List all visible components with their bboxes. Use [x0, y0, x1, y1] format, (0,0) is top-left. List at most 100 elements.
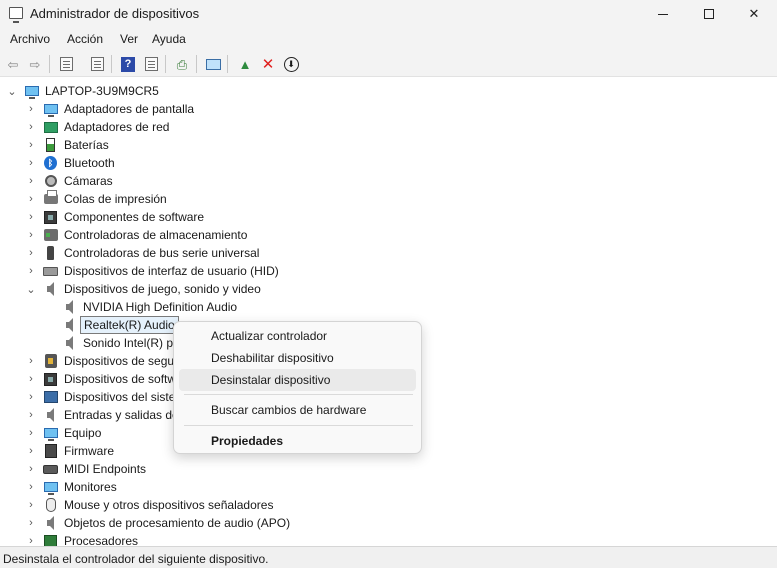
menu-item-label: Buscar cambios de hardware: [211, 403, 367, 417]
tree-item-monitores[interactable]: › Monitores: [0, 478, 777, 496]
tree-item-camaras[interactable]: › Cámaras: [0, 172, 777, 190]
camera-icon: [43, 174, 58, 188]
chevron-right-icon[interactable]: ›: [25, 191, 37, 207]
tree-item-bluetooth[interactable]: › ᛒ Bluetooth: [0, 154, 777, 172]
device-tree: ⌄ LAPTOP-3U9M9CR5 › Adaptadores de panta…: [0, 82, 777, 546]
tree-item-label: NVIDIA High Definition Audio: [83, 300, 238, 314]
menu-bar: Archivo Acción Ver Ayuda: [0, 28, 777, 51]
details-button[interactable]: [141, 54, 161, 74]
menu-archivo[interactable]: Archivo: [10, 32, 50, 46]
display-adapter-icon: [43, 102, 58, 117]
tree-item-mouse[interactable]: › Mouse y otros dispositivos señaladores: [0, 496, 777, 514]
tree-item-baterias[interactable]: › Baterías: [0, 136, 777, 154]
printer-icon: [43, 190, 58, 206]
chevron-right-icon[interactable]: ›: [25, 371, 37, 387]
forward-arrow-icon: ⇨: [29, 56, 41, 72]
tree-item-label: Dispositivos de segur: [64, 354, 179, 368]
chevron-down-icon[interactable]: ⌄: [25, 281, 37, 297]
tree-item-procesadores[interactable]: › Procesadores: [0, 532, 777, 546]
scan-hardware-button[interactable]: ⎙: [172, 54, 192, 74]
tree-item-componentes-software[interactable]: › Componentes de software: [0, 208, 777, 226]
menu-separator: [184, 425, 413, 426]
tree-root-label: LAPTOP-3U9M9CR5: [45, 84, 159, 98]
tree-item-label: Adaptadores de red: [64, 120, 170, 134]
chevron-down-icon[interactable]: ⌄: [6, 83, 18, 99]
chevron-right-icon[interactable]: ›: [25, 209, 37, 225]
tree-item-controladoras-almacenamiento[interactable]: › Controladoras de almacenamiento: [0, 226, 777, 244]
usb-icon: [43, 246, 58, 260]
download-button[interactable]: ⬇: [281, 54, 301, 74]
tree-item-adaptadores-red[interactable]: › Adaptadores de red: [0, 118, 777, 136]
chevron-right-icon[interactable]: ›: [25, 389, 37, 405]
window-title: Administrador de dispositivos: [30, 6, 200, 21]
tree-item-hid[interactable]: › Dispositivos de interfaz de usuario (H…: [0, 262, 777, 280]
chevron-right-icon[interactable]: ›: [25, 533, 37, 546]
help-icon: ?: [121, 56, 135, 72]
menu-accion[interactable]: Acción: [67, 32, 103, 46]
tree-item-label: MIDI Endpoints: [64, 462, 147, 476]
tree-item-colas-impresion[interactable]: › Colas de impresión: [0, 190, 777, 208]
chevron-right-icon[interactable]: ›: [25, 227, 37, 243]
tree-item-label: Componentes de software: [64, 210, 205, 224]
chevron-right-icon[interactable]: ›: [25, 245, 37, 261]
chevron-right-icon[interactable]: ›: [25, 101, 37, 117]
computer-icon: [24, 84, 39, 99]
chevron-right-icon[interactable]: ›: [25, 263, 37, 279]
speaker-icon: [62, 318, 77, 332]
tree-item-label: Procesadores: [64, 534, 139, 546]
forward-button[interactable]: ⇨: [25, 54, 45, 74]
menu-item-desinstalar-dispositivo[interactable]: Desinstalar dispositivo: [179, 369, 416, 391]
close-icon: ✕: [748, 6, 760, 21]
menu-item-buscar-cambios[interactable]: Buscar cambios de hardware: [179, 399, 416, 421]
maximize-button[interactable]: [686, 0, 732, 28]
chevron-right-icon[interactable]: ›: [25, 173, 37, 189]
tree-item-juego-sonido-video[interactable]: ⌄ Dispositivos de juego, sonido y video: [0, 280, 777, 298]
chevron-right-icon[interactable]: ›: [25, 461, 37, 477]
chevron-right-icon[interactable]: ›: [25, 119, 37, 135]
download-icon: ⬇: [283, 56, 299, 72]
chevron-right-icon[interactable]: ›: [25, 479, 37, 495]
toolbar-separator: [49, 55, 50, 73]
update-driver-button[interactable]: ▲: [235, 54, 255, 74]
toolbar-separator: [196, 55, 197, 73]
menu-item-deshabilitar-dispositivo[interactable]: Deshabilitar dispositivo: [179, 347, 416, 369]
tree-item-midi-endpoints[interactable]: › MIDI Endpoints: [0, 460, 777, 478]
minimize-button[interactable]: [640, 0, 686, 28]
monitor-icon: [205, 58, 221, 70]
tree-item-apo[interactable]: › Objetos de procesamiento de audio (APO…: [0, 514, 777, 532]
tree-item-label: Objetos de procesamiento de audio (APO): [64, 516, 291, 530]
menu-item-actualizar-controlador[interactable]: Actualizar controlador: [179, 325, 416, 347]
document-button[interactable]: [87, 54, 107, 74]
chevron-right-icon[interactable]: ›: [25, 137, 37, 153]
chevron-right-icon[interactable]: ›: [25, 425, 37, 441]
tree-item-adaptadores-pantalla[interactable]: › Adaptadores de pantalla: [0, 100, 777, 118]
monitor-button[interactable]: [203, 54, 223, 74]
chevron-right-icon[interactable]: ›: [25, 353, 37, 369]
uninstall-button[interactable]: ✕: [258, 54, 278, 74]
menu-ver[interactable]: Ver: [120, 32, 138, 46]
tree-item-label: Dispositivos de interfaz de usuario (HID…: [64, 264, 279, 278]
chevron-right-icon[interactable]: ›: [25, 443, 37, 459]
tree-item-label: Baterías: [64, 138, 109, 152]
chevron-right-icon[interactable]: ›: [25, 155, 37, 171]
midi-icon: [43, 462, 58, 476]
tree-root[interactable]: ⌄ LAPTOP-3U9M9CR5: [0, 82, 777, 100]
menu-item-propiedades[interactable]: Propiedades: [179, 430, 416, 452]
back-button[interactable]: ⇦: [3, 54, 23, 74]
close-button[interactable]: ✕: [731, 0, 777, 28]
tree-item-label: Sonido Intel(R) pa: [83, 336, 180, 350]
properties-button[interactable]: [56, 54, 76, 74]
speaker-icon: [62, 300, 77, 314]
help-button[interactable]: ?: [118, 54, 138, 74]
chevron-right-icon[interactable]: ›: [25, 407, 37, 423]
menu-item-label: Actualizar controlador: [211, 329, 328, 343]
chevron-right-icon[interactable]: ›: [25, 497, 37, 513]
minimize-icon: [658, 13, 668, 15]
menu-ayuda[interactable]: Ayuda: [152, 32, 186, 46]
tree-item-nvidia-audio[interactable]: NVIDIA High Definition Audio: [0, 298, 777, 316]
tree-item-label: Cámaras: [64, 174, 113, 188]
chevron-right-icon[interactable]: ›: [25, 515, 37, 531]
toolbar-separator: [165, 55, 166, 73]
tree-item-controladoras-usb[interactable]: › Controladoras de bus serie universal: [0, 244, 777, 262]
uninstall-icon: ✕: [261, 55, 275, 73]
